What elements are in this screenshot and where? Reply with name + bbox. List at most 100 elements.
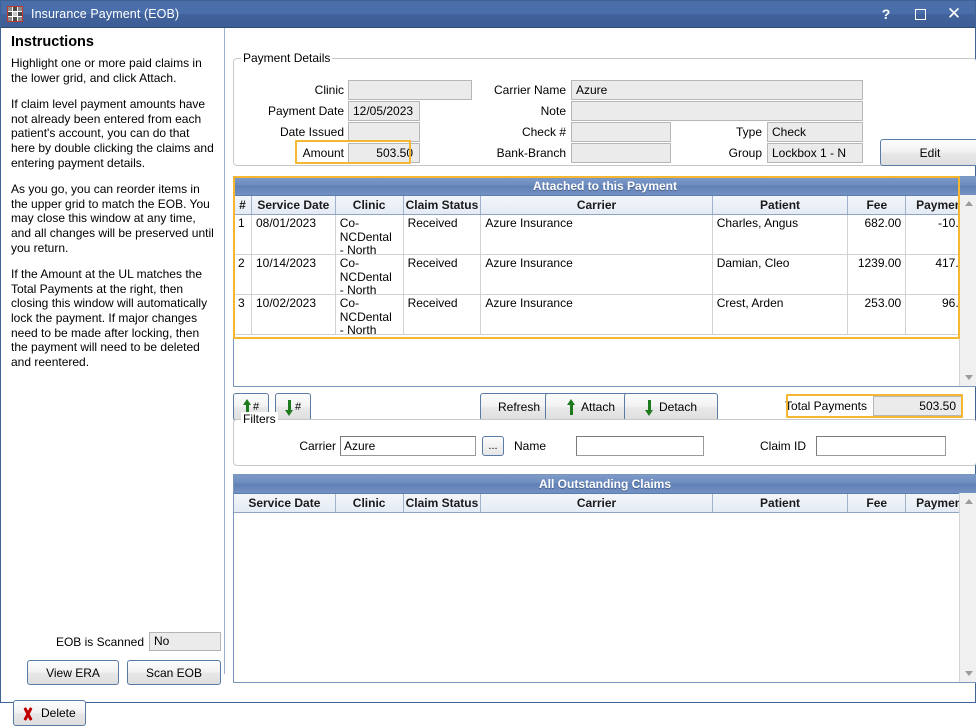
out-scroll-down-arrow-icon[interactable] bbox=[960, 665, 976, 682]
cell-claim-status: Received bbox=[404, 215, 482, 254]
attach-label: Attach bbox=[580, 400, 616, 414]
cell-fee: 253.00 bbox=[848, 295, 907, 334]
amount-field[interactable]: 503.50 bbox=[348, 143, 420, 163]
total-payments-label: Total Payments bbox=[784, 399, 867, 413]
delete-x-icon bbox=[20, 706, 35, 721]
edit-button[interactable]: Edit bbox=[880, 139, 976, 166]
refresh-label: Refresh bbox=[497, 400, 541, 414]
instructions-paragraph-4: If the Amount at the UL matches the Tota… bbox=[11, 267, 208, 369]
payment-date-label: Payment Date bbox=[267, 104, 344, 118]
note-label: Note bbox=[540, 104, 566, 118]
scroll-up-arrow-icon[interactable] bbox=[960, 195, 976, 212]
out-col-header-patient[interactable]: Patient bbox=[713, 494, 849, 512]
table-row[interactable]: 310/02/2023Co-NCDental - North ClinicRec… bbox=[234, 295, 976, 335]
carrier-name-label: Carrier Name bbox=[493, 83, 566, 97]
scroll-down-arrow-icon[interactable] bbox=[960, 369, 976, 386]
cell-patient: Crest, Arden bbox=[713, 295, 849, 334]
cell-patient: Charles, Angus bbox=[713, 215, 849, 254]
out-col-header-clinic[interactable]: Clinic bbox=[336, 494, 404, 512]
out-col-header-carrier[interactable]: Carrier bbox=[481, 494, 713, 512]
grid-action-toolbar: # # Refresh Attach Detach Total Payments… bbox=[233, 393, 976, 421]
cell-number: 1 bbox=[234, 215, 252, 254]
type-field[interactable]: Check bbox=[767, 122, 863, 142]
filter-claim-id-input[interactable] bbox=[816, 436, 946, 456]
instructions-paragraph-1: Highlight one or more paid claims in the… bbox=[11, 56, 202, 85]
group-label: Group bbox=[728, 146, 762, 160]
bank-branch-field[interactable] bbox=[571, 143, 671, 163]
close-button[interactable]: ✕ bbox=[937, 1, 975, 27]
view-era-button[interactable]: View ERA bbox=[27, 660, 119, 685]
filter-carrier-input[interactable]: Azure bbox=[340, 436, 476, 456]
note-field[interactable] bbox=[571, 101, 863, 121]
outstanding-grid-caption: All Outstanding Claims bbox=[234, 475, 976, 494]
instructions-panel: Instructions Highlight one or more paid … bbox=[1, 28, 225, 674]
status-bar bbox=[1, 701, 975, 702]
total-payments-group: Total Payments 503.50 bbox=[779, 394, 963, 418]
help-button[interactable]: ? bbox=[869, 1, 903, 27]
cell-clinic: Co-NCDental - North Clinic bbox=[336, 215, 404, 254]
attached-claims-grid: Attached to this Payment # Service Date … bbox=[233, 176, 976, 387]
cell-service-date: 10/02/2023 bbox=[252, 295, 336, 334]
delete-button[interactable]: Delete bbox=[13, 700, 86, 726]
group-field[interactable]: Lockbox 1 - N bbox=[767, 143, 863, 163]
table-row[interactable]: 108/01/2023Co-NCDental - North ClinicRec… bbox=[234, 215, 976, 255]
window-title: Insurance Payment (EOB) bbox=[31, 7, 180, 21]
cell-service-date: 10/14/2023 bbox=[252, 255, 336, 294]
payment-details-group: Payment Details Clinic Payment Date 12/0… bbox=[233, 51, 976, 166]
out-col-header-fee[interactable]: Fee bbox=[848, 494, 907, 512]
filter-name-label: Name bbox=[513, 439, 546, 453]
detach-label: Detach bbox=[658, 400, 698, 414]
carrier-name-field[interactable]: Azure bbox=[571, 80, 863, 100]
col-header-number[interactable]: # bbox=[234, 196, 252, 214]
cell-carrier: Azure Insurance bbox=[481, 215, 713, 254]
maximize-button[interactable] bbox=[903, 1, 937, 27]
arrow-down-icon bbox=[284, 399, 294, 416]
attached-grid-body: 108/01/2023Co-NCDental - North ClinicRec… bbox=[234, 215, 976, 386]
cell-clinic: Co-NCDental - North Clinic bbox=[336, 255, 404, 294]
cell-clinic: Co-NCDental - North Clinic bbox=[336, 295, 404, 334]
attached-grid-header: # Service Date Clinic Claim Status Carri… bbox=[234, 196, 976, 215]
cell-number: 3 bbox=[234, 295, 252, 334]
cell-number: 2 bbox=[234, 255, 252, 294]
filters-group: Filters Carrier Azure ... Name Claim ID bbox=[233, 412, 976, 466]
title-bar: Insurance Payment (EOB) ? ✕ bbox=[1, 1, 975, 28]
move-down-button[interactable]: # bbox=[275, 393, 311, 421]
bank-branch-label: Bank-Branch bbox=[496, 146, 566, 160]
cell-patient: Damian, Cleo bbox=[713, 255, 849, 294]
payment-details-title: Payment Details bbox=[241, 51, 333, 65]
scan-eob-button[interactable]: Scan EOB bbox=[127, 660, 221, 685]
out-scroll-up-arrow-icon[interactable] bbox=[960, 493, 976, 510]
outstanding-grid-scrollbar[interactable] bbox=[959, 493, 976, 682]
date-issued-field[interactable] bbox=[348, 122, 420, 142]
delete-button-label: Delete bbox=[41, 706, 76, 720]
date-issued-label: Date Issued bbox=[279, 125, 344, 139]
filter-name-input[interactable] bbox=[576, 436, 704, 456]
payment-date-field[interactable]: 12/05/2023 bbox=[348, 101, 420, 121]
grid-icon bbox=[7, 6, 23, 22]
cell-carrier: Azure Insurance bbox=[481, 255, 713, 294]
out-col-header-service-date[interactable]: Service Date bbox=[234, 494, 336, 512]
instructions-paragraph-3: As you go, you can reorder items in the … bbox=[11, 182, 214, 255]
detach-button[interactable]: Detach bbox=[624, 393, 718, 421]
attached-grid-scrollbar[interactable] bbox=[959, 195, 976, 386]
total-payments-value: 503.50 bbox=[873, 396, 963, 416]
outstanding-grid-body bbox=[234, 513, 976, 682]
check-number-field[interactable] bbox=[571, 122, 671, 142]
col-header-carrier[interactable]: Carrier bbox=[481, 196, 713, 214]
outstanding-claims-grid: All Outstanding Claims Service Date Clin… bbox=[233, 474, 976, 683]
col-header-service-date[interactable]: Service Date bbox=[252, 196, 336, 214]
clinic-field[interactable] bbox=[348, 80, 472, 100]
out-col-header-claim-status[interactable]: Claim Status bbox=[404, 494, 482, 512]
maximize-icon bbox=[914, 8, 926, 20]
col-header-clinic[interactable]: Clinic bbox=[336, 196, 404, 214]
table-row[interactable]: 210/14/2023Co-NCDental - North ClinicRec… bbox=[234, 255, 976, 295]
filters-title: Filters bbox=[241, 412, 278, 426]
col-header-claim-status[interactable]: Claim Status bbox=[404, 196, 482, 214]
col-header-fee[interactable]: Fee bbox=[848, 196, 907, 214]
cell-fee: 682.00 bbox=[848, 215, 907, 254]
cell-carrier: Azure Insurance bbox=[481, 295, 713, 334]
col-header-patient[interactable]: Patient bbox=[713, 196, 849, 214]
eob-buttons: View ERA Scan EOB bbox=[1, 660, 225, 685]
filter-claim-id-label: Claim ID bbox=[759, 439, 806, 453]
cell-claim-status: Received bbox=[404, 295, 482, 334]
